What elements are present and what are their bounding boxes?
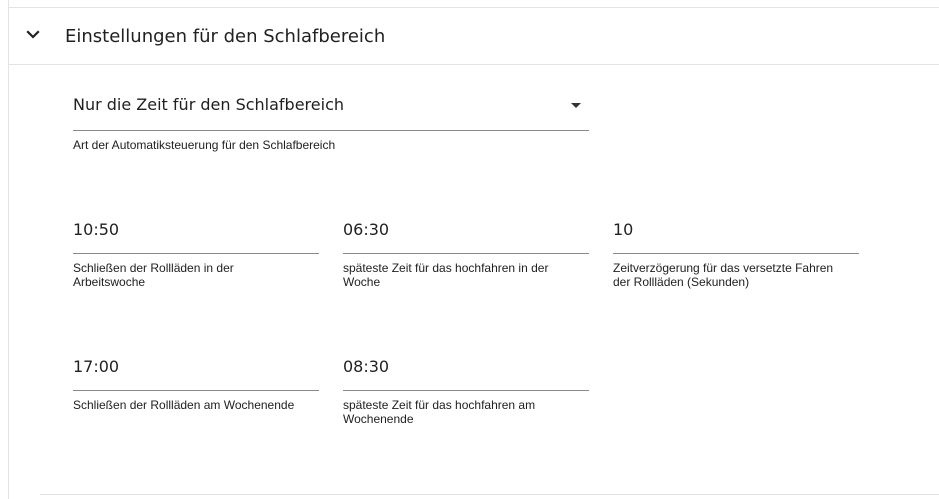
left-divider — [8, 0, 9, 499]
mode-select-helper: Art der Automatiksteuerung für den Schla… — [73, 138, 336, 152]
weekday-close-time-input[interactable]: 10:50 — [73, 211, 319, 254]
weekday-close-time-value: 10:50 — [73, 220, 120, 239]
delay-seconds-input[interactable]: 10 — [613, 211, 859, 254]
weekday-latest-open-time-value: 06:30 — [343, 220, 390, 239]
section-header[interactable]: Einstellungen für den Schlafbereich — [9, 8, 939, 65]
weekend-close-time-input[interactable]: 17:00 — [73, 348, 319, 391]
weekend-latest-open-time-value: 08:30 — [343, 357, 390, 376]
weekend-latest-open-time-helper: späteste Zeit für das hochfahren am Woch… — [343, 398, 536, 426]
section-title: Einstellungen für den Schlafbereich — [65, 26, 386, 47]
weekday-latest-open-time-helper: späteste Zeit für das hochfahren in der … — [343, 261, 549, 289]
bottom-divider — [40, 494, 939, 495]
weekend-close-time-helper: Schließen der Rollläden am Wochenende — [73, 398, 295, 412]
weekend-latest-open-time-input[interactable]: 08:30 — [343, 348, 589, 391]
weekend-close-time-value: 17:00 — [73, 357, 120, 376]
weekday-latest-open-time-input[interactable]: 06:30 — [343, 211, 589, 254]
mode-select-value: Nur die Zeit für den Schlafbereich — [73, 95, 345, 114]
chevron-down-icon[interactable] — [25, 27, 41, 43]
dropdown-arrow-icon[interactable] — [571, 103, 581, 108]
settings-page: Einstellungen für den Schlafbereich Nur … — [0, 0, 939, 499]
delay-seconds-helper: Zeitverzögerung für das versetzte Fahren… — [613, 261, 834, 289]
delay-seconds-value: 10 — [613, 220, 634, 239]
mode-select[interactable]: Nur die Zeit für den Schlafbereich — [73, 88, 589, 131]
weekday-close-time-helper: Schließen der Rollläden in der Arbeitswo… — [73, 261, 234, 289]
